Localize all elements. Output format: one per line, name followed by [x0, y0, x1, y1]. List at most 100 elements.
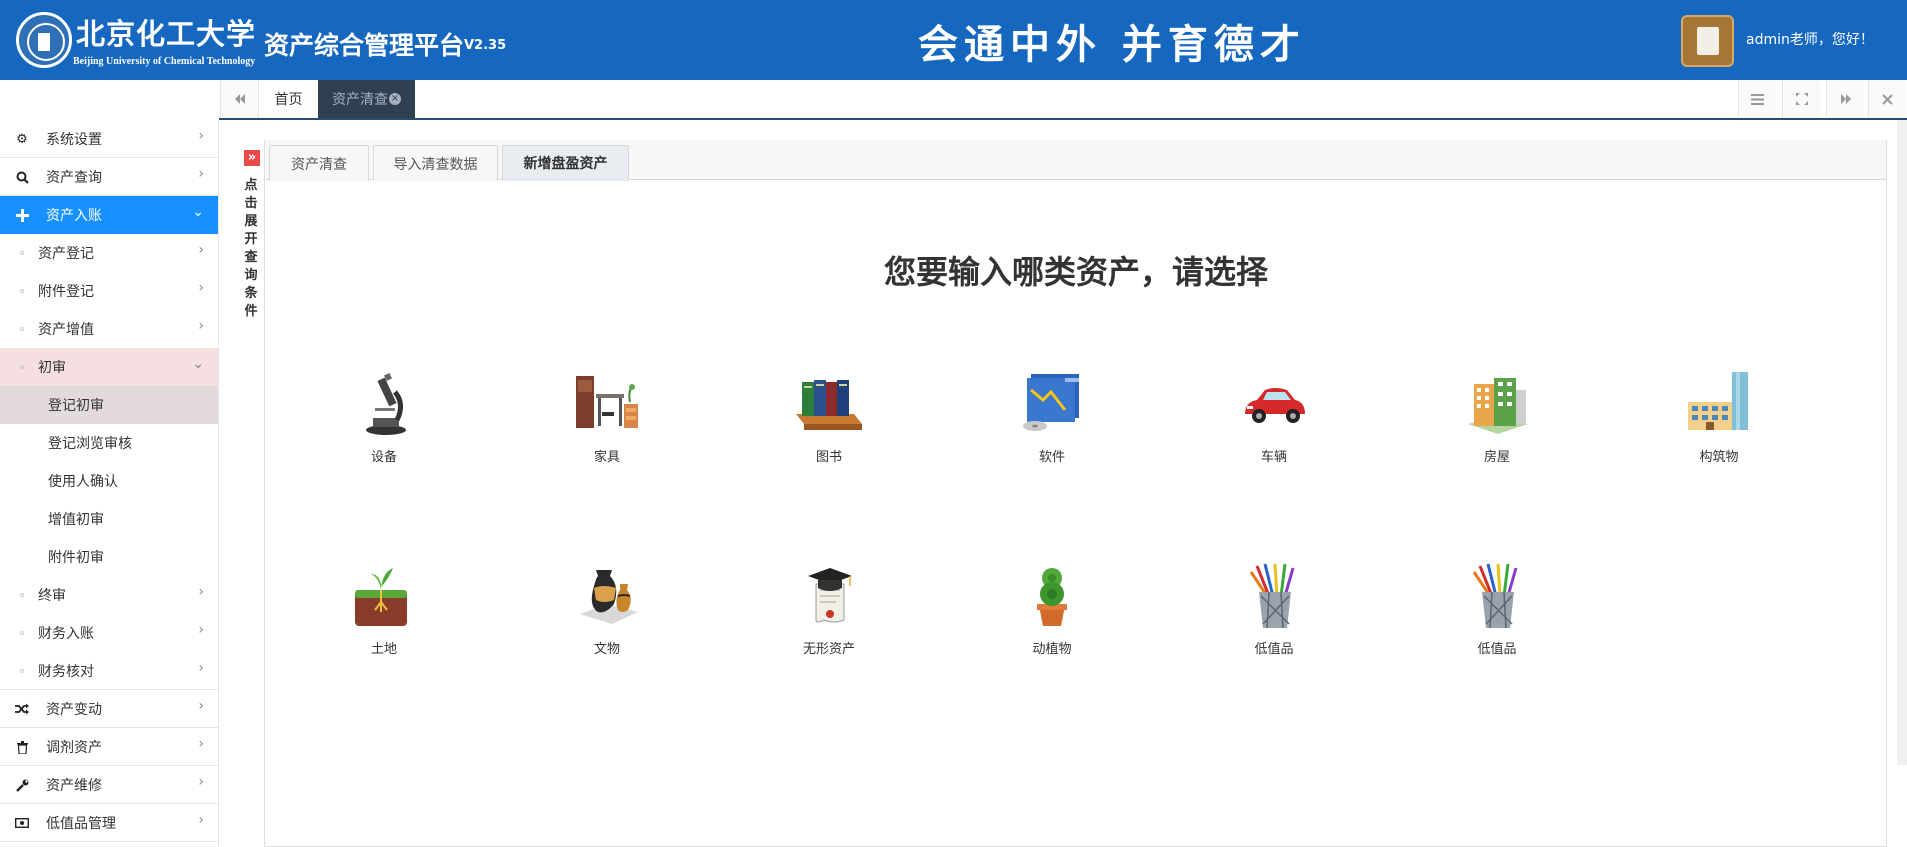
- double-chevron-right-icon: [1840, 94, 1851, 104]
- chevron-down-icon: ⌄: [192, 356, 204, 372]
- sidebar-subitem-finance-entry[interactable]: 财务入账 ›: [0, 614, 218, 652]
- sidebar-subitem-label: 资产增值: [38, 322, 94, 338]
- chevron-down-icon: ⌄: [192, 204, 204, 220]
- asset-type-house[interactable]: 房屋: [1442, 370, 1552, 465]
- asset-type-flora-fauna[interactable]: 动植物: [997, 562, 1107, 657]
- asset-type-vehicle[interactable]: 车辆: [1219, 370, 1329, 465]
- chevron-right-icon: ›: [198, 812, 204, 828]
- sidebar-item-label: 资产变动: [46, 701, 102, 718]
- sidebar-subitem-final-review[interactable]: 终审 ›: [0, 576, 218, 614]
- asset-type-furniture[interactable]: 家具: [552, 370, 662, 465]
- sidebar-subitem-preliminary-review[interactable]: 初审 ⌄: [0, 348, 218, 386]
- asset-type-land[interactable]: 土地: [329, 562, 439, 657]
- land-icon: [349, 562, 419, 632]
- sidebar-item-asset-query[interactable]: 资产查询 ›: [0, 158, 218, 196]
- chevron-right-icon: ›: [198, 736, 204, 752]
- furniture-icon: [572, 370, 642, 440]
- tab-asset-inventory[interactable]: 资产清查 ×: [318, 80, 415, 118]
- asset-type-label: 家具: [593, 450, 620, 465]
- toggle-char: 开: [244, 232, 258, 247]
- sidebar-item-label: 资产维修: [46, 777, 102, 794]
- toggle-char: 条: [244, 286, 258, 301]
- asset-type-label: 设备: [370, 450, 397, 465]
- double-chevron-right-icon[interactable]: »: [244, 150, 260, 166]
- sidebar-item-asset-entry[interactable]: 资产入账 ⌄: [0, 196, 218, 234]
- asset-type-label: 无形资产: [802, 642, 855, 657]
- asset-type-cultural-relic[interactable]: 文物: [552, 562, 662, 657]
- query-condition-toggle[interactable]: » 点 击 展 开 查 询 条 件: [237, 140, 265, 847]
- university-name: 北京化工大学: [76, 17, 257, 51]
- sidebar-subsubitem-appreciation-review[interactable]: 增值初审: [0, 500, 218, 538]
- sidebar-subsubitem-label: 附件初审: [48, 550, 104, 566]
- tree-dot: [20, 365, 24, 369]
- tree-dot: [20, 327, 24, 331]
- tab-close-icon[interactable]: ×: [389, 93, 401, 105]
- university-motto: 会通中外 并育德才: [918, 21, 1306, 68]
- sidebar-item-system-settings[interactable]: ⚙ 系统设置 ›: [0, 120, 218, 158]
- toggle-char: 点: [244, 178, 258, 193]
- tab-home[interactable]: 首页: [258, 80, 318, 118]
- close-all-tabs-button[interactable]: [1868, 80, 1906, 118]
- sidebar-item-low-value-management[interactable]: 低值品管理 ›: [0, 804, 218, 842]
- toggle-char: 件: [244, 304, 258, 319]
- chevron-right-icon: ›: [198, 660, 204, 676]
- tab-import-check-data[interactable]: 导入清查数据: [373, 145, 498, 181]
- tree-dot: [20, 251, 24, 255]
- asset-type-books[interactable]: 图书: [774, 370, 884, 465]
- sidebar-item-label: 系统设置: [46, 131, 102, 148]
- tab-asset-inventory-label: 资产清查: [332, 92, 388, 108]
- sidebar-subitem-asset-appreciation[interactable]: 资产增值 ›: [0, 310, 218, 348]
- car-icon: [1239, 370, 1309, 440]
- sidebar-subsubitem-register-review[interactable]: 登记初审: [0, 386, 218, 424]
- toggle-label: 点 击 展 开 查 询 条 件: [243, 177, 259, 321]
- tab-menu-button[interactable]: [1738, 80, 1776, 118]
- pencil-cup-icon: [1462, 562, 1532, 632]
- fullscreen-button[interactable]: [1782, 80, 1820, 118]
- chevron-right-icon: ›: [198, 622, 204, 638]
- chevron-right-icon: ›: [198, 242, 204, 258]
- sidebar-subitem-finance-check[interactable]: 财务核对 ›: [0, 652, 218, 690]
- sidebar-subitem-label: 资产登记: [38, 246, 94, 262]
- tab-add-surplus-asset[interactable]: 新增盘盈资产: [502, 145, 629, 181]
- sidebar-item-asset-change[interactable]: 资产变动 ›: [0, 690, 218, 728]
- trash-icon: [14, 739, 30, 755]
- tree-dot: [20, 669, 24, 673]
- books-icon: [794, 370, 864, 440]
- sidebar-subitem-label: 终审: [38, 588, 66, 604]
- sidebar-subsubitem-user-confirm[interactable]: 使用人确认: [0, 462, 218, 500]
- menu-icon: [1751, 93, 1764, 105]
- tab-asset-check[interactable]: 资产清查: [269, 145, 369, 181]
- asset-type-label: 低值品: [1477, 642, 1517, 657]
- close-icon: [1882, 93, 1893, 105]
- scroll-tabs-left-button[interactable]: [220, 80, 258, 118]
- sidebar-item-asset-repair[interactable]: 资产维修 ›: [0, 766, 218, 804]
- page-scrollbar[interactable]: [1897, 120, 1907, 765]
- sidebar-subitem-attachment-register[interactable]: 附件登记 ›: [0, 272, 218, 310]
- asset-type-software[interactable]: 软件: [997, 370, 1107, 465]
- sidebar-subsubitem-attachment-review[interactable]: 附件初审: [0, 538, 218, 576]
- asset-type-equipment[interactable]: 设备: [329, 370, 439, 465]
- toggle-char: 查: [244, 250, 258, 265]
- user-greeting[interactable]: admin老师，您好！: [1746, 29, 1874, 49]
- sidebar-subitem-asset-register[interactable]: 资产登记 ›: [0, 234, 218, 272]
- sidebar-item-label: 资产查询: [46, 169, 102, 186]
- university-english-name: Beijing University of Chemical Technolog…: [73, 56, 256, 67]
- scroll-tabs-right-button[interactable]: [1826, 80, 1864, 118]
- asset-type-label: 图书: [815, 450, 842, 465]
- user-avatar[interactable]: [1681, 15, 1734, 67]
- asset-type-structure[interactable]: 构筑物: [1664, 370, 1774, 465]
- pencil-cup-icon: [1239, 562, 1309, 632]
- toggle-char: 询: [244, 268, 258, 283]
- chevron-right-icon: ›: [198, 128, 204, 144]
- asset-type-label: 文物: [593, 642, 620, 657]
- sidebar-subsubitem-label: 登记浏览审核: [48, 436, 132, 452]
- plus-icon: [14, 207, 30, 223]
- sidebar-subsubitem-label: 登记初审: [48, 398, 104, 414]
- sidebar-subsubitem-register-browse-audit[interactable]: 登记浏览审核: [0, 424, 218, 462]
- tree-dot: [20, 593, 24, 597]
- sidebar-item-allocate-asset[interactable]: 调剂资产 ›: [0, 728, 218, 766]
- asset-type-low-value-2[interactable]: 低值品: [1442, 562, 1552, 657]
- asset-type-intangible[interactable]: 无形资产: [774, 562, 884, 657]
- asset-type-label: 构筑物: [1699, 450, 1739, 465]
- asset-type-low-value-1[interactable]: 低值品: [1219, 562, 1329, 657]
